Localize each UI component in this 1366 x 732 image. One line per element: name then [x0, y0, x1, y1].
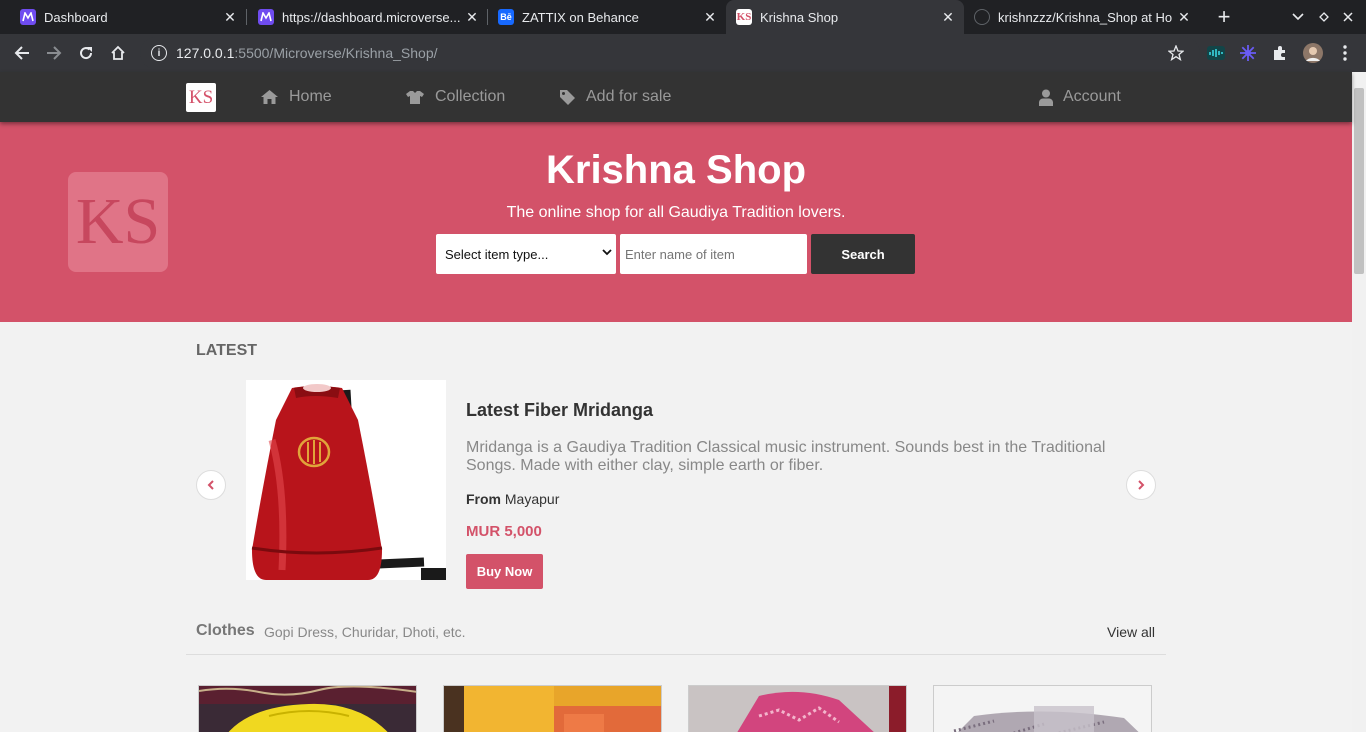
- behance-icon: Bē: [498, 9, 514, 25]
- close-tab-icon[interactable]: ✕: [938, 9, 958, 26]
- user-icon: [1039, 89, 1053, 106]
- site-info-icon[interactable]: i: [151, 45, 167, 61]
- nav-collection[interactable]: Collection: [405, 72, 505, 122]
- tab-dashboard[interactable]: Dashboard ✕: [0, 0, 246, 34]
- product-description: Mridanga is a Gaudiya Tradition Classica…: [466, 439, 1106, 474]
- close-tab-icon[interactable]: ✕: [1174, 9, 1194, 26]
- nav-add-for-sale[interactable]: Add for sale: [559, 72, 671, 122]
- home-icon: [261, 90, 278, 104]
- search-button[interactable]: Search: [811, 234, 915, 274]
- section-divider: [186, 654, 1166, 655]
- item-type-select-value: Select item type...: [445, 246, 549, 262]
- close-tab-icon[interactable]: ✕: [220, 9, 240, 26]
- buy-now-button[interactable]: Buy Now: [466, 554, 543, 589]
- clothes-section-title: Clothes: [196, 622, 255, 639]
- tab-krishna-shop[interactable]: KS Krishna Shop ✕: [726, 0, 964, 34]
- bookmark-star-icon[interactable]: [1165, 42, 1187, 64]
- github-icon: [974, 9, 990, 25]
- profile-avatar[interactable]: [1302, 42, 1324, 64]
- nav-home-label: Home: [289, 88, 332, 105]
- hero-banner: KS Krishna Shop The online shop for all …: [0, 122, 1352, 322]
- item-type-select[interactable]: Select item type...: [436, 234, 616, 274]
- chevron-down-icon: [602, 249, 612, 256]
- product-price: MUR 5,000: [466, 523, 542, 540]
- view-all-clothes-link[interactable]: View all: [1107, 624, 1155, 640]
- nav-collection-label: Collection: [435, 88, 506, 105]
- back-icon[interactable]: [8, 39, 36, 67]
- carousel-prev-button[interactable]: [196, 470, 226, 500]
- clothes-card-image[interactable]: [933, 685, 1152, 732]
- url-text: 127.0.0.1:5500/Microverse/Krishna_Shop/: [176, 45, 438, 61]
- collection-icon: [406, 91, 424, 104]
- extension-audio-icon[interactable]: [1205, 42, 1227, 64]
- scrollbar-thumb[interactable]: [1354, 88, 1364, 274]
- product-title: Latest Fiber Mridanga: [466, 400, 654, 420]
- nav-account[interactable]: Account: [1039, 72, 1121, 122]
- browser-tab-bar: Dashboard ✕ https://dashboard.microverse…: [0, 0, 1366, 34]
- product-image-mridanga[interactable]: [246, 380, 446, 580]
- product-origin-label: From: [466, 491, 501, 507]
- chevron-left-icon: [207, 480, 214, 490]
- tab-title: ZATTIX on Behance: [522, 9, 639, 25]
- tab-microverse-dashboard[interactable]: https://dashboard.microverse... ✕: [238, 0, 488, 34]
- hero-title: Krishna Shop: [545, 148, 807, 192]
- tab-search-icon[interactable]: [1284, 0, 1312, 34]
- reload-icon[interactable]: [72, 39, 100, 67]
- extension-star-icon[interactable]: [1237, 42, 1259, 64]
- nav-add-for-sale-label: Add for sale: [586, 88, 672, 105]
- carousel-next-button[interactable]: [1126, 470, 1156, 500]
- clothes-card-image[interactable]: [443, 685, 662, 732]
- tab-title: krishnzzz/Krishna_Shop at Ho: [998, 9, 1173, 25]
- ks-icon: KS: [736, 9, 752, 25]
- tab-behance[interactable]: Bē ZATTIX on Behance ✕: [478, 0, 726, 34]
- new-tab-icon[interactable]: +: [1210, 0, 1238, 34]
- site-logo[interactable]: KS: [186, 83, 216, 112]
- microverse-icon: [258, 9, 274, 25]
- hero-subtitle: The online shop for all Gaudiya Traditio…: [506, 204, 846, 221]
- clothes-card-image[interactable]: [688, 685, 907, 732]
- tag-icon: [560, 89, 575, 105]
- tab-title: Krishna Shop: [760, 9, 839, 25]
- home-browser-icon[interactable]: [104, 39, 132, 67]
- product-origin-value: Mayapur: [504, 491, 560, 507]
- browser-toolbar: i 127.0.0.1:5500/Microverse/Krishna_Shop…: [0, 34, 1366, 72]
- clothes-section-subtitle: Gopi Dress, Churidar, Dhoti, etc.: [264, 624, 466, 640]
- close-tab-icon[interactable]: ✕: [700, 9, 720, 26]
- latest-section-label: LATEST: [196, 342, 258, 359]
- clothes-card-image[interactable]: [198, 685, 417, 732]
- site-navbar: KS Home Collection Add for sale Account: [0, 72, 1352, 122]
- url-path: :5500/Microverse/Krishna_Shop/: [234, 45, 438, 61]
- nav-account-label: Account: [1063, 88, 1121, 105]
- nav-home[interactable]: Home: [260, 72, 332, 122]
- forward-icon[interactable]: [40, 39, 68, 67]
- url-host: 127.0.0.1: [176, 45, 235, 61]
- address-bar[interactable]: i 127.0.0.1:5500/Microverse/Krishna_Shop…: [140, 37, 1200, 69]
- tab-title: Dashboard: [44, 9, 108, 25]
- chevron-right-icon: [1138, 480, 1145, 490]
- browser-menu-icon[interactable]: [1334, 42, 1356, 64]
- close-window-icon[interactable]: [1334, 0, 1362, 34]
- product-origin: From Mayapur: [466, 491, 559, 507]
- tab-github[interactable]: krishnzzz/Krishna_Shop at Ho ✕: [964, 0, 1200, 34]
- microverse-icon: [20, 9, 36, 25]
- item-name-input[interactable]: Enter name of item: [620, 234, 807, 274]
- tab-title: https://dashboard.microverse...: [282, 9, 461, 25]
- extensions-puzzle-icon[interactable]: [1269, 42, 1291, 64]
